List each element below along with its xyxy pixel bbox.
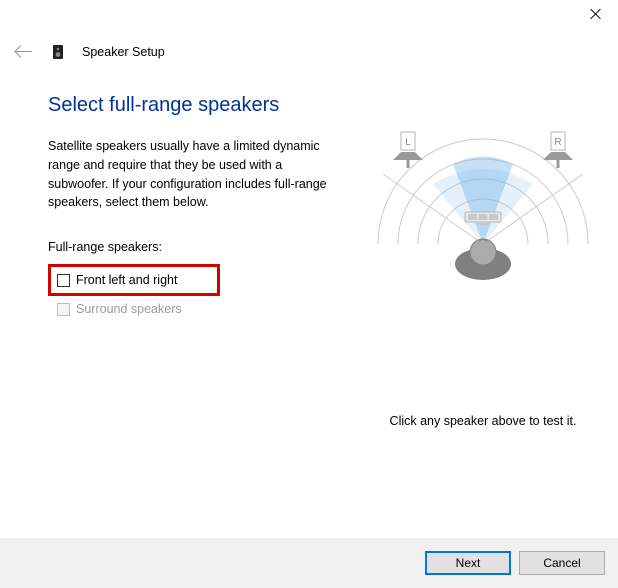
checkbox-icon[interactable] <box>57 274 70 287</box>
content-area: Select full-range speakers Satellite spe… <box>0 66 618 428</box>
titlebar <box>0 0 618 30</box>
left-speaker-icon[interactable]: L <box>393 132 423 168</box>
svg-text:R: R <box>554 137 561 148</box>
next-button[interactable]: Next <box>425 551 511 575</box>
back-arrow-icon[interactable] <box>14 46 34 58</box>
front-speakers-label: Front left and right <box>76 273 177 287</box>
header: Speaker Setup <box>0 30 618 66</box>
footer: Next Cancel <box>0 538 618 588</box>
svg-text:L: L <box>405 137 411 148</box>
close-icon[interactable] <box>588 7 604 23</box>
window-title: Speaker Setup <box>82 45 165 59</box>
test-hint-text: Click any speaker above to test it. <box>368 414 598 428</box>
active-cone-wide <box>433 169 533 244</box>
left-column: Select full-range speakers Satellite spe… <box>48 94 348 428</box>
page-heading: Select full-range speakers <box>48 94 348 117</box>
front-speakers-option[interactable]: Front left and right <box>48 264 220 296</box>
listener-icon <box>455 239 511 280</box>
right-speaker-icon[interactable]: R <box>543 132 573 168</box>
checkbox-icon <box>57 303 70 316</box>
speaker-layout-diagram: L R <box>373 114 593 334</box>
surround-speakers-option: Surround speakers <box>48 302 348 316</box>
cancel-button[interactable]: Cancel <box>519 551 605 575</box>
right-column: L R <box>368 94 598 428</box>
description-text: Satellite speakers usually have a limite… <box>48 137 338 212</box>
options-header: Full-range speakers: <box>48 240 348 254</box>
surround-speakers-label: Surround speakers <box>76 302 182 316</box>
speaker-app-icon <box>50 44 66 60</box>
